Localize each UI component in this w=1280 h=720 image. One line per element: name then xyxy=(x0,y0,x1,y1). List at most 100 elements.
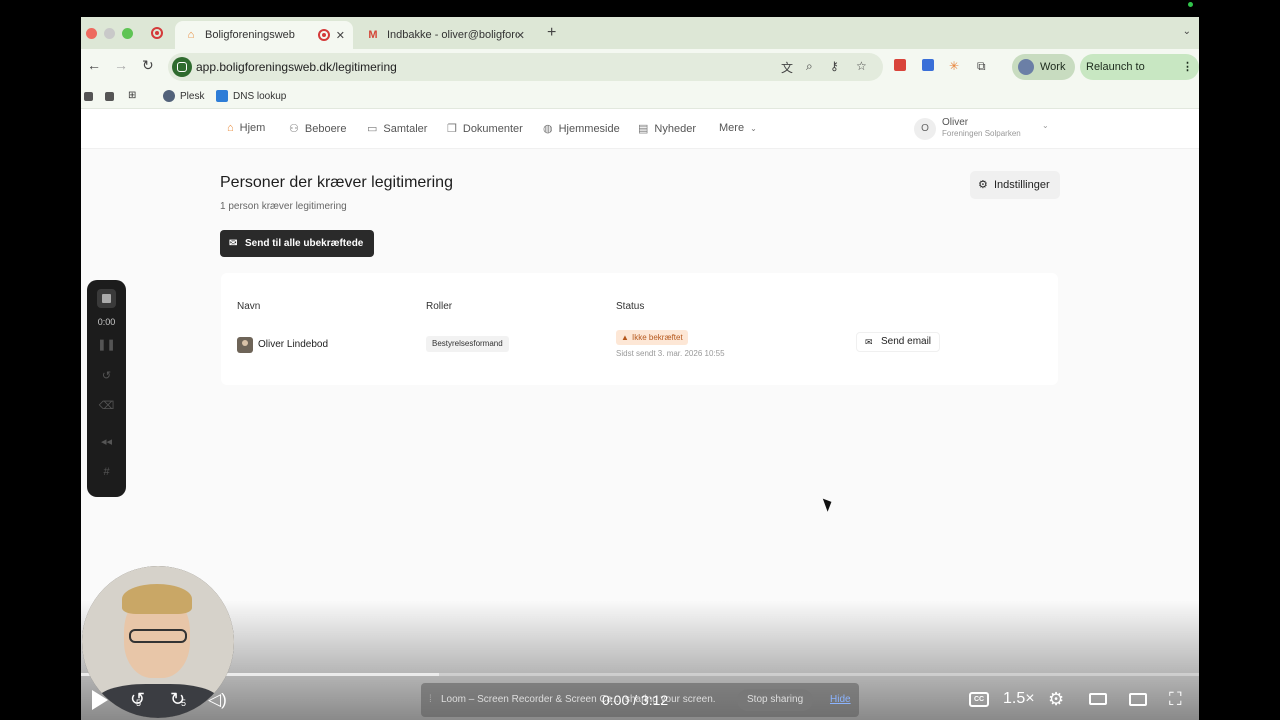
settings-gear-icon[interactable]: ⚙ xyxy=(1048,689,1064,710)
reload-icon[interactable]: ↻ xyxy=(142,57,154,74)
user-organization: Foreningen Solparken xyxy=(942,129,1021,138)
window-minimize-dot[interactable] xyxy=(104,28,115,39)
address-bar[interactable]: app.boligforeningsweb.dk/legitimering 文 … xyxy=(168,53,883,81)
send-email-button[interactable]: ✉ Send email xyxy=(856,332,941,352)
profile-avatar xyxy=(1018,59,1034,75)
nav-nyheder[interactable]: ▤ Nyheder xyxy=(638,122,696,136)
send-email-label: Send email xyxy=(881,336,932,347)
nav-label: Hjemmeside xyxy=(558,122,620,135)
nav-hjemmeside[interactable]: ◍ Hjemmeside xyxy=(543,122,620,136)
webcam-glasses xyxy=(129,629,187,643)
stop-sharing-button[interactable]: Stop sharing xyxy=(737,689,814,711)
loom-recorder-toolbar: 0:00 ❚❚ ↺ ⌫ ◂◂ # xyxy=(87,280,126,497)
tab-search-chevron-icon[interactable]: ⌄ xyxy=(1183,26,1191,37)
fullscreen-icon[interactable]: ⛶ xyxy=(1169,689,1182,710)
home-icon: ⌂ xyxy=(227,122,234,134)
tab-boligforeningsweb[interactable]: ⌂ Boligforeningsweb ✕ xyxy=(175,21,353,49)
forward-icon[interactable]: → xyxy=(114,57,128,73)
tab-recording-icon xyxy=(318,29,330,41)
extension-sun-icon[interactable]: ✳ xyxy=(949,59,963,73)
documents-icon: ❐ xyxy=(447,123,457,135)
news-icon: ▤ xyxy=(638,123,649,135)
nav-label: Samtaler xyxy=(383,122,428,135)
nav-samtaler[interactable]: ▭ Samtaler xyxy=(367,122,428,136)
restart-icon[interactable]: ↺ xyxy=(87,369,126,382)
bookmark-square-icon[interactable] xyxy=(84,92,93,101)
captions-icon[interactable]: CC xyxy=(969,692,989,707)
bookmark-star-icon[interactable]: ☆ xyxy=(856,59,867,73)
drawing-hash-icon[interactable]: # xyxy=(87,466,126,478)
gear-icon: ⚙ xyxy=(978,179,988,191)
recording-icon xyxy=(151,27,163,39)
rewind-icon[interactable]: ◂◂ xyxy=(87,435,126,448)
trash-icon[interactable]: ⌫ xyxy=(87,399,126,412)
page-subtitle: 1 person kræver legitimering xyxy=(220,201,347,212)
site-info-icon[interactable] xyxy=(172,57,192,77)
page-title: Personer der kræver legitimering xyxy=(220,174,453,191)
globe-icon: ◍ xyxy=(543,123,553,135)
users-icon: ⚇ xyxy=(289,123,299,135)
bookmark-plesk[interactable]: Plesk xyxy=(163,90,204,102)
warning-icon: ▲ xyxy=(621,333,629,342)
extensions-puzzle-icon[interactable]: ⧉ xyxy=(977,59,991,73)
webcam-hair xyxy=(122,584,192,614)
nav-label: Nyheder xyxy=(654,122,696,135)
volume-icon[interactable]: ◁) xyxy=(208,690,227,710)
relaunch-button[interactable]: Relaunch to update ⋮ xyxy=(1080,54,1199,99)
nav-dokumenter[interactable]: ❐ Dokumenter xyxy=(447,122,523,136)
apps-grid-icon[interactable]: ⊞ xyxy=(128,90,136,101)
tab-inbox[interactable]: M Indbakke - oliver@boligforen ✕ xyxy=(357,21,533,49)
recording-timer: 0:00 xyxy=(97,317,116,327)
url-text[interactable]: app.boligforeningsweb.dk/legitimering xyxy=(196,60,397,74)
send-to-all-button[interactable]: ✉ Send til alle ubekræftede xyxy=(220,230,375,257)
user-menu[interactable]: O Oliver Foreningen Solparken ⌄ xyxy=(914,115,1054,143)
zoom-icon[interactable]: ⌕ xyxy=(806,59,813,74)
dns-icon xyxy=(216,90,228,102)
nav-mere[interactable]: Mere ⌄ xyxy=(719,122,757,134)
tab-close-icon[interactable]: ✕ xyxy=(516,29,525,42)
send-all-label: Send til alle ubekræftede xyxy=(245,238,364,249)
mail-icon: ✉ xyxy=(229,238,238,249)
app-navbar: ⌂ Hjem ⚇ Beboere ▭ Samtaler ❐ Dokumenter ◍ Hj… xyxy=(81,109,1199,149)
bookmark-dns-lookup[interactable]: DNS lookup xyxy=(216,90,286,102)
profile-button[interactable]: Work xyxy=(1012,54,1076,80)
new-tab-icon[interactable]: + xyxy=(547,24,556,42)
extension-blue-icon[interactable] xyxy=(922,59,936,73)
pause-icon[interactable]: ❚❚ xyxy=(87,338,126,351)
bookmark-label: Plesk xyxy=(180,90,205,102)
settings-label: Indstillinger xyxy=(994,179,1050,191)
bookmark-square-icon[interactable] xyxy=(105,92,114,101)
menu-dots-icon[interactable]: ⋮ xyxy=(1182,54,1193,80)
password-key-icon[interactable]: ⚷ xyxy=(830,59,839,73)
home-favicon-icon: ⌂ xyxy=(187,29,195,41)
picture-in-picture-icon[interactable] xyxy=(1129,693,1147,706)
drag-handle-icon[interactable]: ⁞ xyxy=(429,694,432,705)
nav-label: Mere xyxy=(719,122,745,134)
theater-mode-icon[interactable] xyxy=(1089,693,1107,705)
column-header-roller: Roller xyxy=(426,301,453,312)
status-badge: ▲ Ikke bekræftet xyxy=(616,330,688,345)
skip-back-seconds: 5 xyxy=(136,698,142,708)
role-tag: Bestyrelsesformand xyxy=(426,336,509,352)
playback-speed[interactable]: 1.5× xyxy=(1003,690,1035,708)
extension-red-icon[interactable] xyxy=(894,59,908,73)
play-icon[interactable] xyxy=(92,690,108,710)
tab-close-icon[interactable]: ✕ xyxy=(336,29,345,42)
nav-label: Beboere xyxy=(304,122,347,135)
progress-bar[interactable] xyxy=(81,673,1199,676)
translate-icon[interactable]: 文 xyxy=(781,59,793,76)
tab-title: Boligforeningsweb xyxy=(205,29,295,41)
skip-forward-seconds: 5 xyxy=(181,698,187,708)
hide-link[interactable]: Hide xyxy=(830,694,851,705)
nav-hjem[interactable]: ⌂ Hjem xyxy=(227,122,265,134)
person-name[interactable]: Oliver Lindebod xyxy=(258,339,328,350)
window-maximize-dot[interactable] xyxy=(122,28,133,39)
back-icon[interactable]: ← xyxy=(87,57,101,73)
nav-beboere[interactable]: ⚇ Beboere xyxy=(289,122,347,136)
settings-button[interactable]: ⚙ Indstillinger xyxy=(970,171,1060,199)
profile-label: Work xyxy=(1040,61,1066,73)
avatar: O xyxy=(914,118,936,140)
stop-recording-button[interactable] xyxy=(97,289,116,308)
window-close-dot[interactable] xyxy=(86,28,97,39)
bookmarks-bar: ⊞ Plesk DNS lookup xyxy=(81,85,1199,109)
